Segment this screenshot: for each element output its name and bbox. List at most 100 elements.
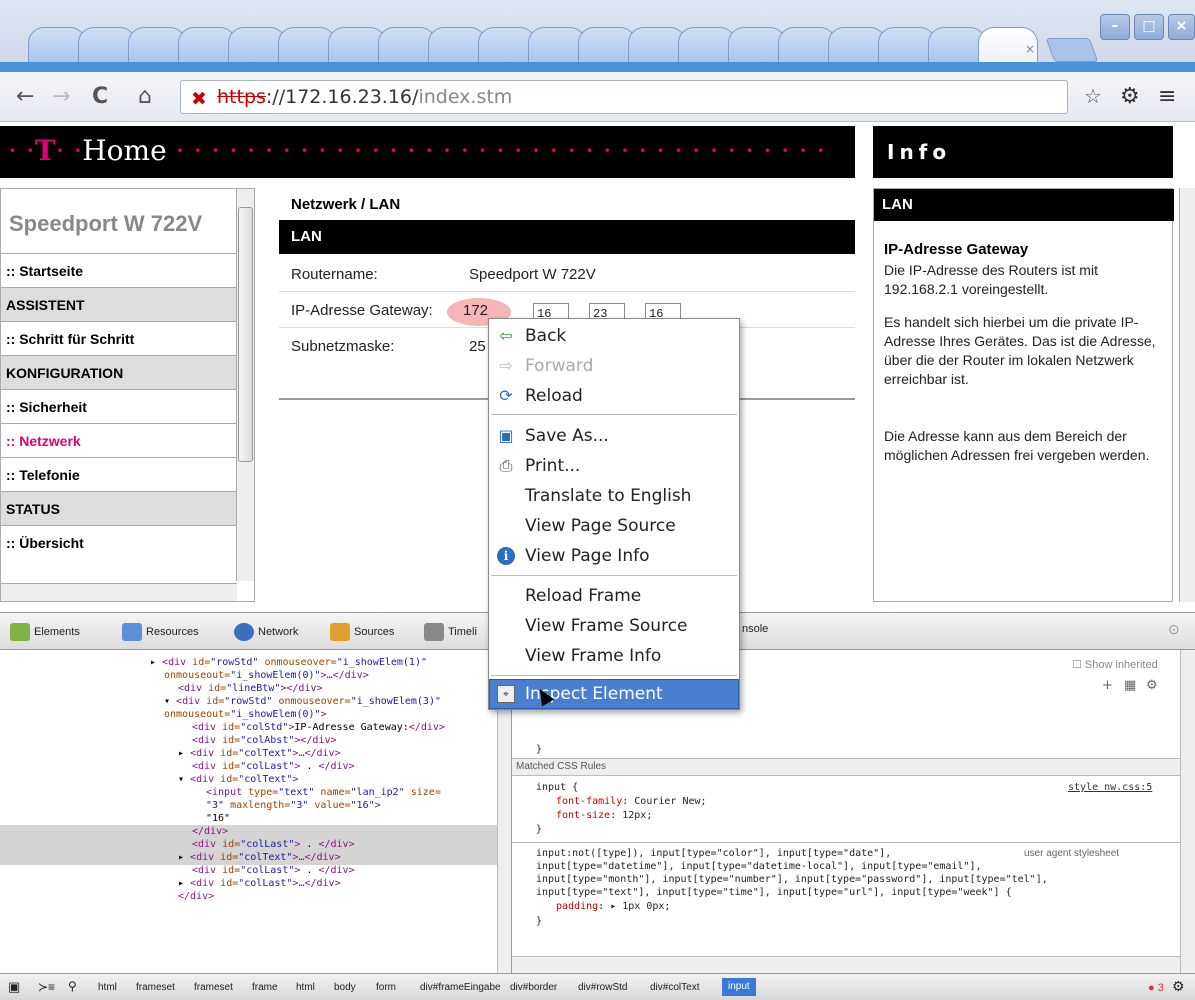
dom-line[interactable]: onmouseout="i_showElem(0)">…</div>	[164, 669, 369, 682]
extension-gear-icon[interactable]: ⚙	[1120, 84, 1140, 109]
menu-item-label: Print...	[525, 456, 581, 476]
crumb-body[interactable]: body	[334, 982, 356, 993]
nav-item-schritt[interactable]: :: Schritt für Schritt	[1, 321, 237, 355]
menu-item-reload-frame[interactable]: Reload Frame	[489, 581, 739, 611]
routername-value: Speedport W 722V	[469, 266, 596, 283]
console-drawer-icon[interactable]: ≻≡	[38, 980, 55, 994]
ua-selector: input[type="month"], input[type="number"…	[536, 874, 1048, 885]
crumb-coltext[interactable]: div#colText	[650, 982, 699, 993]
nav-item-sicherheit[interactable]: :: Sicherheit	[1, 389, 237, 423]
minimize-button[interactable]: –	[1100, 14, 1130, 40]
menu-item-label: Forward	[525, 356, 594, 376]
crumb-frame[interactable]: frame	[252, 982, 278, 993]
dom-line-selected[interactable]: "3" maxlength="3" value="16">	[206, 799, 381, 812]
styles-settings-icon[interactable]: ⚙	[1146, 678, 1158, 693]
sidebar-vertical-scrollbar[interactable]	[236, 189, 254, 581]
tab-timeline[interactable]: Timeli	[424, 623, 477, 641]
new-tab-button[interactable]	[1045, 38, 1099, 62]
tab-console[interactable]: nsole	[742, 623, 768, 635]
scroll-thumb[interactable]	[238, 207, 253, 462]
crumb-border[interactable]: div#border	[510, 982, 557, 993]
new-style-rule-icon[interactable]: +	[1102, 678, 1113, 693]
dom-line[interactable]: ▸ <div id="colLast">…</div>	[178, 877, 341, 890]
dom-line[interactable]: <div id="lineBtw"></div>	[178, 682, 323, 695]
crumb-frame-eingabe[interactable]: div#frameEingabe	[420, 982, 501, 993]
menu-item-view-frame-info[interactable]: View Frame Info	[489, 641, 739, 671]
nav-item-startseite[interactable]: :: Startseite	[1, 253, 237, 287]
dom-line[interactable]: <div id="colLast"> . </div>	[192, 864, 355, 877]
dom-line[interactable]: onmouseout="i_showElem(0)">	[164, 708, 327, 721]
styles-vertical-scrollbar[interactable]	[1180, 650, 1195, 973]
dom-line[interactable]: <div id="colStd">IP-Adresse Gateway:</di…	[192, 721, 445, 734]
bookmark-star-icon[interactable]: ☆	[1084, 84, 1102, 108]
menu-item-view-page-info[interactable]: i View Page Info	[489, 541, 739, 571]
menu-item-print[interactable]: ⎙ Print...	[489, 451, 739, 481]
menu-item-forward[interactable]: ⇨ Forward	[489, 351, 739, 381]
crumb-input-selected[interactable]: input	[722, 978, 756, 996]
crumb-rowstd[interactable]: div#rowStd	[578, 982, 627, 993]
dom-line[interactable]: ▸ <div id="rowStd" onmouseover="i_showEl…	[150, 656, 427, 669]
css-property[interactable]: font-size: 12px;	[556, 810, 652, 821]
menu-item-label: View Page Source	[525, 516, 676, 536]
toggle-state-icon[interactable]: ▦	[1124, 678, 1136, 693]
menu-item-inspect-element[interactable]: ⌖ Inspect Element	[489, 679, 739, 709]
dom-line[interactable]: <div id="colAbst"></div>	[192, 734, 337, 747]
nav-item-netzwerk[interactable]: :: Netzwerk	[1, 423, 237, 457]
error-count[interactable]: ● 3	[1148, 982, 1164, 994]
dock-icon[interactable]: ▣	[8, 979, 20, 995]
dom-line-selected[interactable]: <input type="text" name="lan_ip2" size=	[206, 786, 441, 799]
home-icon[interactable]: ⌂	[138, 84, 152, 109]
menu-item-translate[interactable]: Translate to English	[489, 481, 739, 511]
styles-horizontal-scrollbar[interactable]	[512, 956, 1180, 973]
forward-button[interactable]: →	[52, 84, 70, 109]
crumb-html[interactable]: html	[296, 982, 315, 993]
menu-item-reload[interactable]: ⟳ Reload	[489, 381, 739, 411]
css-selector[interactable]: input {	[536, 782, 578, 793]
elements-icon	[10, 623, 30, 641]
nav-item-uebersicht[interactable]: :: Übersicht	[1, 525, 237, 559]
css-source-link[interactable]: style nw.css:5	[1068, 782, 1152, 793]
url-scheme: https	[217, 86, 266, 108]
reload-button[interactable]: C	[92, 84, 108, 109]
context-menu: ⇦ Back ⇨ Forward ⟳ Reload ▣ Save As... ⎙ Prin…	[488, 318, 740, 710]
maximize-button[interactable]: □	[1134, 14, 1164, 40]
nav-section-assistent: ASSISTENT	[1, 287, 237, 321]
crumb-form[interactable]: form	[376, 982, 396, 993]
settings-gear-icon[interactable]: ⚙	[1172, 978, 1185, 995]
tab-elements[interactable]: Elements	[10, 623, 80, 641]
nav-item-telefonie[interactable]: :: Telefonie	[1, 457, 237, 491]
show-inherited-checkbox[interactable]: ☐ Show inherited	[1072, 658, 1158, 671]
search-icon[interactable]: ⚲	[68, 979, 77, 993]
crumb-html[interactable]: html	[98, 982, 117, 993]
sidebar-horizontal-scrollbar[interactable]	[1, 583, 237, 601]
tab-resources[interactable]: Resources	[122, 623, 199, 641]
crumb-frameset[interactable]: frameset	[194, 982, 233, 993]
dom-line[interactable]: <div id="colLast"> . </div>	[192, 838, 355, 851]
dom-line[interactable]: ▸ <div id="colText">…</div>	[178, 851, 341, 864]
close-tab-icon[interactable]: ×	[1025, 42, 1035, 56]
info-scrollbar[interactable]	[1179, 188, 1195, 602]
menu-item-view-page-source[interactable]: View Page Source	[489, 511, 739, 541]
dom-line[interactable]: ▸ <div id="colText">…</div>	[178, 747, 341, 760]
devtools-close-icon[interactable]: ⊙	[1168, 621, 1180, 638]
css-property[interactable]: font-family: Courier New;	[556, 796, 707, 807]
close-window-button[interactable]: ×	[1168, 14, 1195, 40]
menu-item-view-frame-source[interactable]: View Frame Source	[489, 611, 739, 641]
broken-lock-icon[interactable]: ✖	[191, 83, 207, 115]
tab-sources[interactable]: Sources	[330, 623, 394, 641]
back-button[interactable]: ←	[16, 84, 34, 109]
dom-line[interactable]: <div id="colLast"> . </div>	[192, 760, 355, 773]
menu-item-back[interactable]: ⇦ Back	[489, 321, 739, 351]
dom-line[interactable]: </div>	[178, 890, 214, 903]
dom-line[interactable]: "16"	[206, 812, 230, 825]
dom-line[interactable]: ▾ <div id="colText">	[178, 773, 298, 786]
matched-css-rules-header: Matched CSS Rules	[512, 758, 1180, 776]
url-host: ://172.16.23.16/	[265, 86, 419, 108]
tab-network[interactable]: Network	[234, 623, 298, 641]
menu-item-save-as[interactable]: ▣ Save As...	[489, 421, 739, 451]
address-bar[interactable]: ✖ https://172.16.23.16/index.stm	[180, 80, 1068, 114]
crumb-frameset[interactable]: frameset	[136, 982, 175, 993]
dom-line[interactable]: </div>	[192, 825, 228, 838]
dom-line[interactable]: ▾ <div id="rowStd" onmouseover="i_showEl…	[164, 695, 441, 708]
menu-icon[interactable]: ≡	[1158, 84, 1176, 109]
